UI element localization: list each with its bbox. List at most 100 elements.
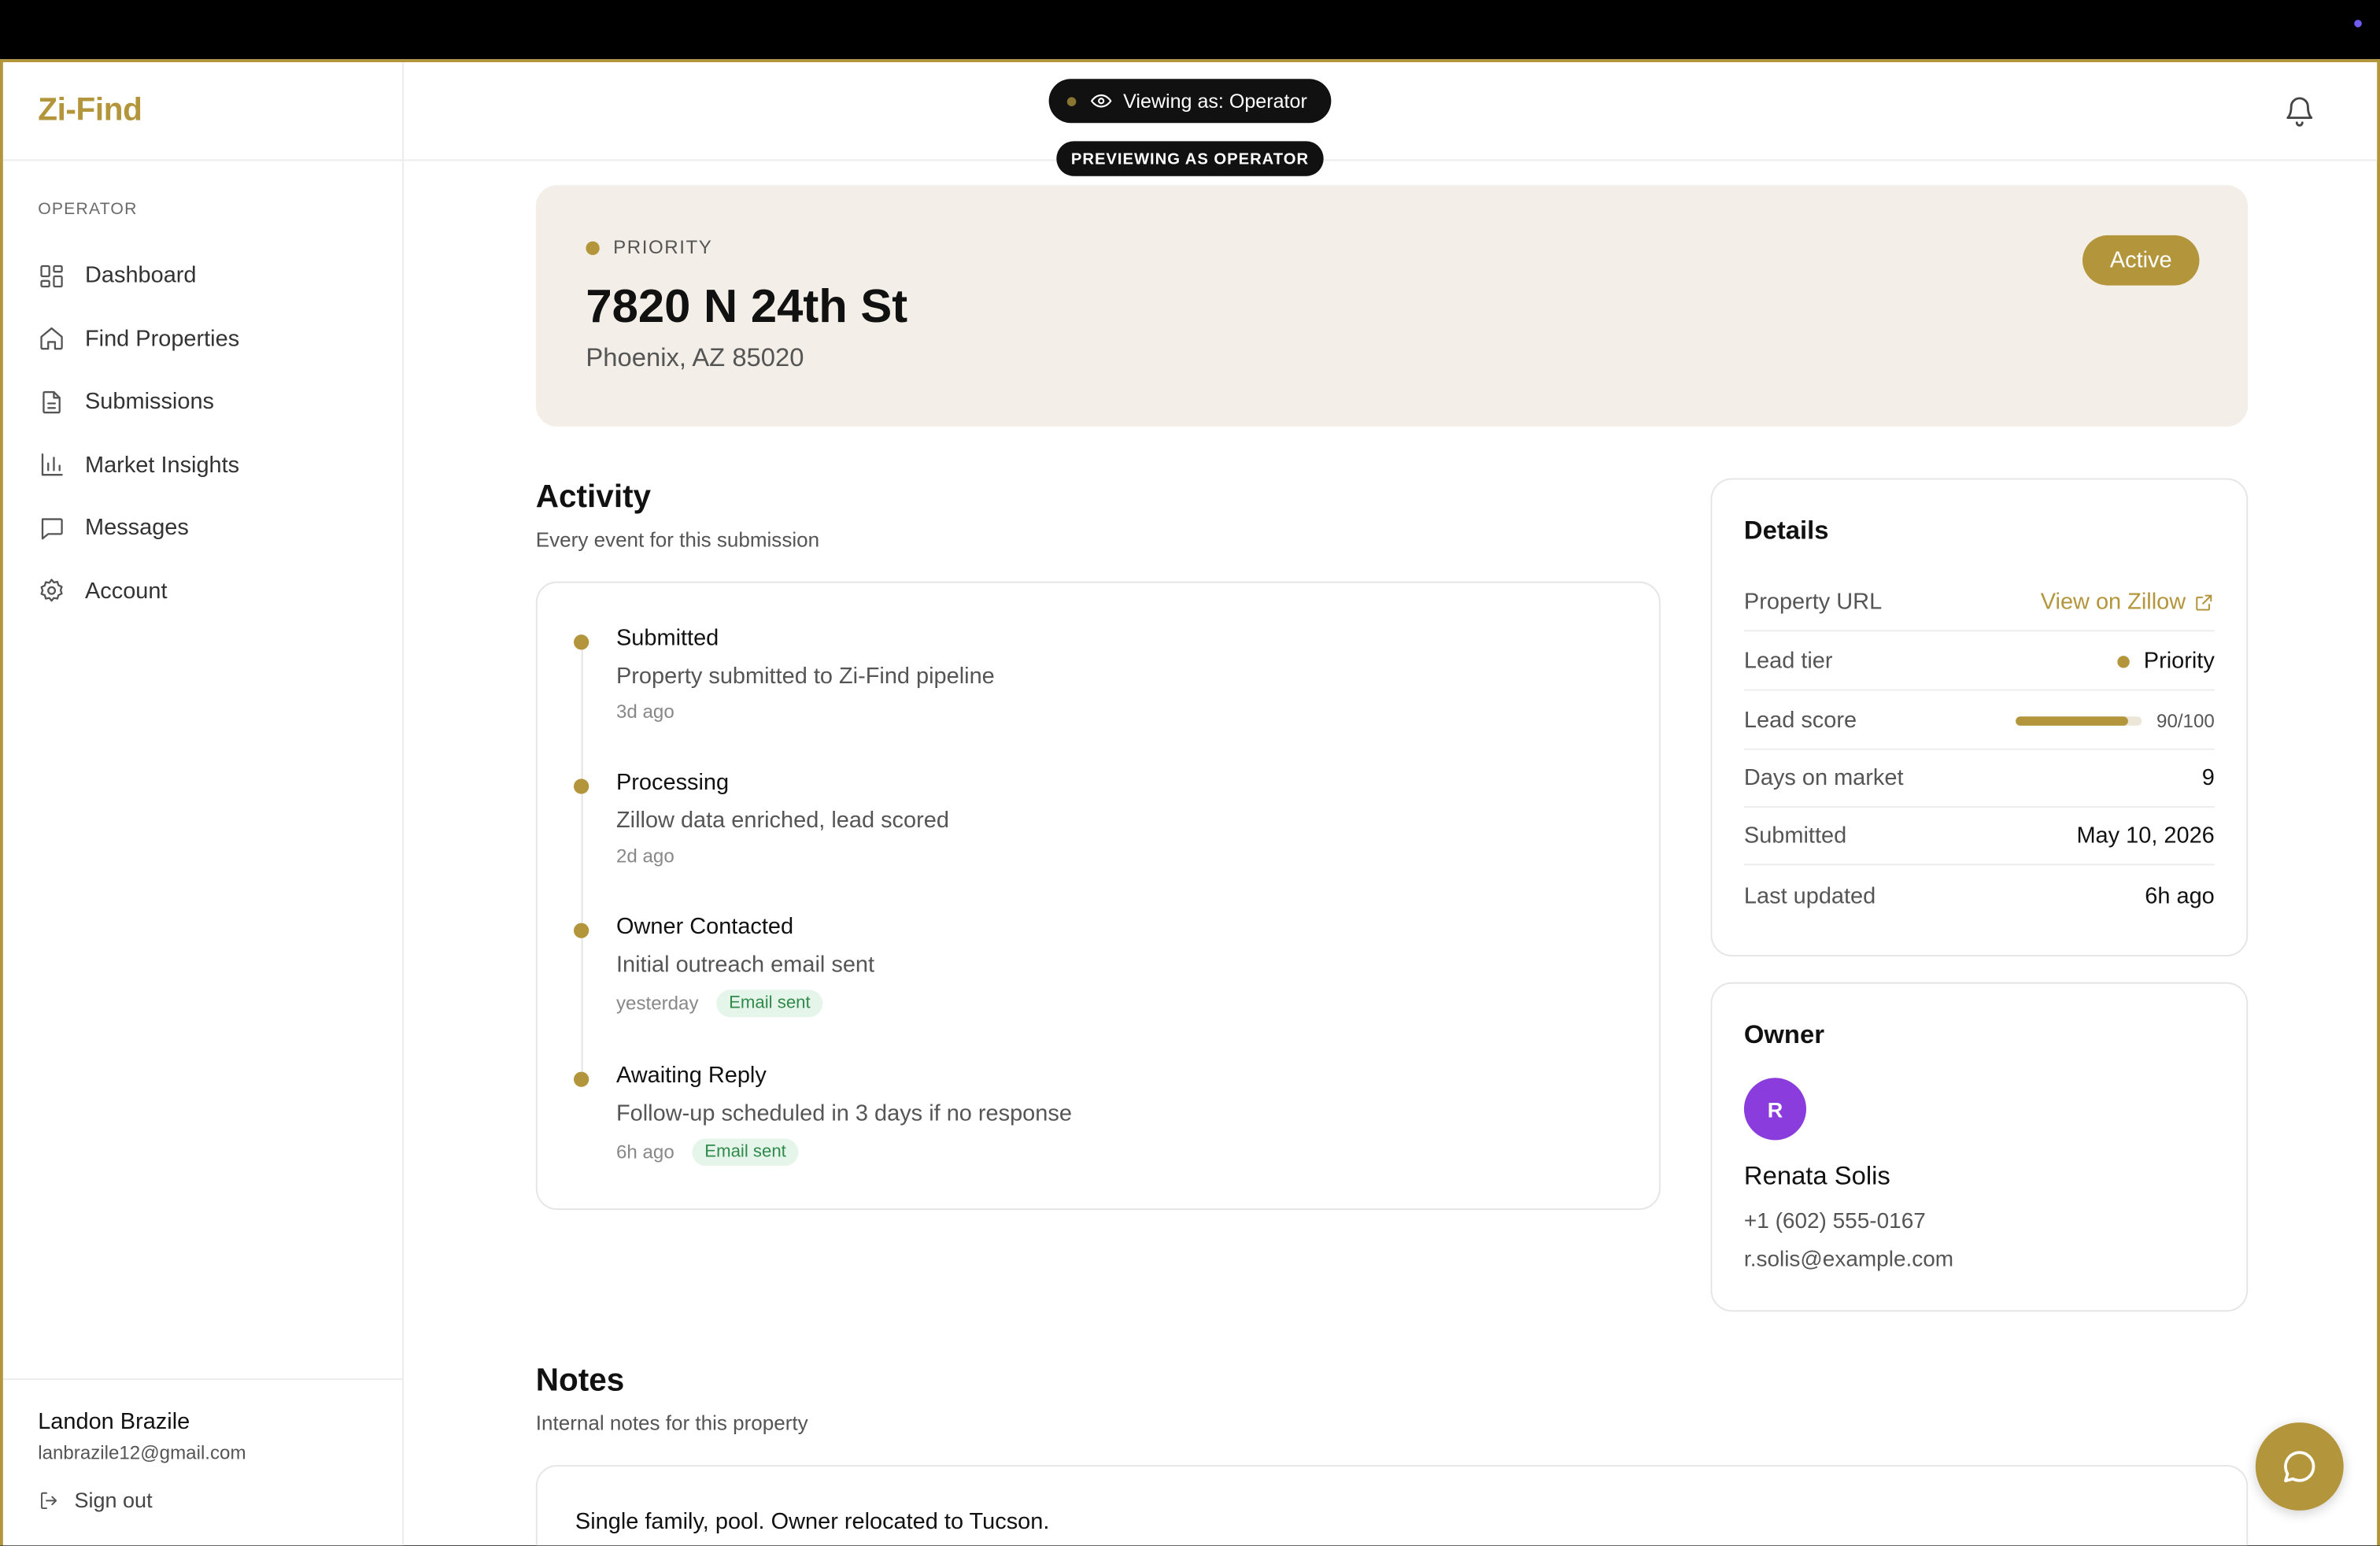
notes-card[interactable]: Single family, pool. Owner relocated to … xyxy=(535,1465,2249,1546)
sidebar-item-submissions[interactable]: Submissions xyxy=(38,371,371,434)
external-link-icon xyxy=(2196,594,2212,610)
property-header-card: PRIORITY 7820 N 24th St Phoenix, AZ 8502… xyxy=(535,185,2249,427)
sign-out-label: Sign out xyxy=(74,1487,153,1512)
screen: Zi-Find OPERATOR Dashboard Find Properti… xyxy=(0,0,2380,1546)
owner-card: Owner R Renata Solis +1 (602) 555-0167 r… xyxy=(1710,982,2249,1312)
email-sent-tag: Email sent xyxy=(692,1138,799,1167)
detail-label: Lead score xyxy=(1743,707,1857,734)
viewing-status-dot xyxy=(1066,96,1077,106)
sidebar-item-label: Market Insights xyxy=(84,452,240,479)
tier-text: PRIORITY xyxy=(613,236,713,258)
sidebar-item-label: Find Properties xyxy=(84,326,240,352)
bell-icon xyxy=(2286,97,2313,127)
owner-phone[interactable]: +1 (602) 555-0167 xyxy=(1744,1210,1926,1234)
notifications-button[interactable] xyxy=(2283,94,2316,128)
detail-value: Priority xyxy=(2117,648,2215,675)
detail-label: Last updated xyxy=(1743,882,1876,909)
notes-subtitle: Internal notes for this property xyxy=(535,1411,808,1435)
notes-title: Notes xyxy=(535,1363,625,1399)
event-meta: 2d ago xyxy=(616,845,674,867)
detail-row-submitted: Submitted May 10, 2026 xyxy=(1743,808,2215,866)
detail-value: May 10, 2026 xyxy=(2076,823,2215,849)
top-header xyxy=(403,62,2378,161)
event-description: Follow-up scheduled in 3 days if no resp… xyxy=(615,1100,1072,1126)
viewing-as-label: Viewing as: Operator xyxy=(1123,89,1307,113)
event-time: 3d ago xyxy=(615,701,674,723)
sidebar-item-dashboard[interactable]: Dashboard xyxy=(38,244,371,307)
message-icon xyxy=(41,517,63,539)
sidebar-item-account[interactable]: Account xyxy=(38,560,371,623)
app-logo[interactable]: Zi-Find xyxy=(38,93,142,129)
status-dot xyxy=(2354,20,2362,28)
sidebar-item-market-insights[interactable]: Market Insights xyxy=(38,434,371,497)
sign-out-button[interactable]: Sign out xyxy=(38,1487,153,1512)
lead-score-value: 90/100 xyxy=(2156,709,2215,731)
top-bar xyxy=(0,0,2380,60)
chat-icon xyxy=(2284,1451,2315,1483)
timeline-line xyxy=(581,640,583,1082)
sidebar-item-label: Account xyxy=(84,578,168,605)
user-name: Landon Brazile xyxy=(38,1408,190,1435)
details-title: Details xyxy=(1743,516,1829,546)
chat-button[interactable] xyxy=(2255,1422,2344,1511)
view-on-zillow-link[interactable]: View on Zillow xyxy=(2041,589,2215,615)
note-text: Single family, pool. Owner relocated to … xyxy=(575,1508,1050,1535)
event-meta: 3d ago xyxy=(616,701,674,723)
bar-chart-icon xyxy=(41,453,63,476)
activity-title: Activity xyxy=(535,479,652,515)
sidebar-item-messages[interactable]: Messages xyxy=(38,497,371,560)
document-icon xyxy=(42,390,61,413)
event-meta: 6h ago Email sent xyxy=(615,1138,799,1167)
sidebar-divider xyxy=(2,159,404,161)
event-time: yesterday xyxy=(615,993,699,1015)
timeline-dot xyxy=(573,634,589,650)
event-time: 6h ago xyxy=(615,1141,674,1163)
detail-row-days-on-market: Days on market 9 xyxy=(1743,750,2215,808)
lead-tier-label: PRIORITY xyxy=(586,237,712,258)
email-sent-tag: Email sent xyxy=(716,989,823,1018)
detail-row-last-updated: Last updated 6h ago xyxy=(1744,867,2215,924)
detail-row-lead-tier: Lead tier Priority xyxy=(1743,633,2215,691)
owner-name: Renata Solis xyxy=(1743,1161,1890,1190)
lead-score-fill xyxy=(2015,716,2129,725)
grid-icon xyxy=(40,264,63,287)
user-email: lanbrazile12@gmail.com xyxy=(38,1442,246,1464)
sidebar-footer-divider xyxy=(2,1378,404,1381)
tier-dot xyxy=(2117,655,2131,668)
detail-value: 6h ago xyxy=(2145,882,2215,909)
detail-value: 90/100 xyxy=(2015,709,2215,731)
avatar: R xyxy=(1743,1078,1806,1141)
sidebar: Zi-Find OPERATOR Dashboard Find Properti… xyxy=(2,62,404,1546)
timeline-dot xyxy=(573,779,589,794)
viewing-as-toggle[interactable]: Viewing as: Operator xyxy=(1048,79,1332,124)
eye-icon xyxy=(1090,94,1112,108)
activity-timeline: Submitted Property submitted to Zi-Find … xyxy=(535,581,1661,1211)
sidebar-item-label: Submissions xyxy=(84,389,215,415)
detail-row-property-url: Property URL View on Zillow xyxy=(1743,574,2215,632)
owner-title: Owner xyxy=(1743,1019,1824,1049)
detail-label: Submitted xyxy=(1743,823,1847,849)
preview-badge: PREVIEWING AS OPERATOR xyxy=(1056,141,1324,176)
sidebar-item-label: Messages xyxy=(84,515,189,542)
details-card: Details Property URL View on Zillow Lead… xyxy=(1710,478,2249,956)
event-description: Zillow data enriched, lead scored xyxy=(615,807,949,834)
event-description: Property submitted to Zi-Find pipeline xyxy=(615,663,995,690)
lead-tier-value: Priority xyxy=(2143,648,2215,675)
detail-row-lead-score: Lead score 90/100 xyxy=(1743,692,2215,750)
tier-dot xyxy=(586,240,600,255)
detail-label: Lead tier xyxy=(1743,648,1833,675)
detail-label: Days on market xyxy=(1743,764,1904,791)
property-address: 7820 N 24th St xyxy=(586,279,908,333)
sidebar-nav: Dashboard Find Properties Submissions Ma… xyxy=(38,244,371,622)
activity-subtitle: Every event for this submission xyxy=(535,528,820,552)
app-window: Zi-Find OPERATOR Dashboard Find Properti… xyxy=(0,59,2380,1546)
event-meta: yesterday Email sent xyxy=(615,989,823,1018)
event-title: Processing xyxy=(615,769,730,796)
sidebar-item-label: Dashboard xyxy=(84,263,197,289)
gear-icon xyxy=(40,579,63,602)
property-city: Phoenix, AZ 85020 xyxy=(586,342,804,372)
sidebar-section-label: OPERATOR xyxy=(38,200,138,219)
timeline-dot xyxy=(573,1071,589,1087)
sidebar-item-find-properties[interactable]: Find Properties xyxy=(38,308,371,371)
owner-email[interactable]: r.solis@example.com xyxy=(1744,1248,1953,1272)
